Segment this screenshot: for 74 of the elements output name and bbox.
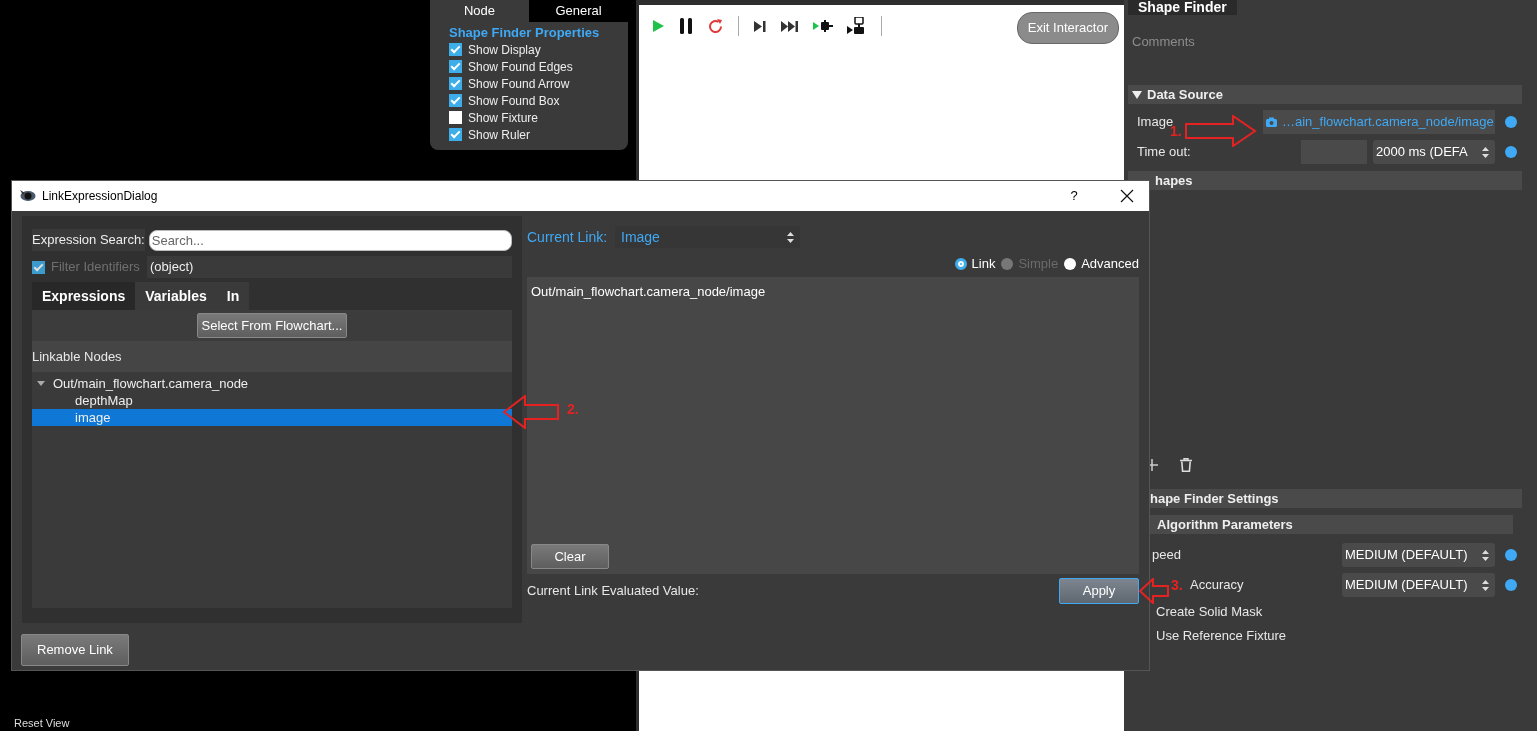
updown-icon bbox=[1482, 549, 1489, 561]
eye-icon bbox=[20, 189, 36, 203]
status-dot bbox=[1505, 579, 1517, 591]
help-button[interactable]: ? bbox=[1051, 186, 1097, 206]
checkbox[interactable] bbox=[32, 260, 45, 274]
checkbox[interactable] bbox=[449, 77, 462, 90]
section-header[interactable]: Data Source bbox=[1128, 85, 1522, 104]
field-label: Current Link Evaluated Value: bbox=[527, 582, 699, 601]
tab[interactable]: Expressions bbox=[32, 282, 136, 310]
option-label: Show Found Box bbox=[468, 92, 560, 110]
option-label: Show Display bbox=[468, 41, 541, 59]
checkbox-label: Filter Identifiers bbox=[51, 258, 141, 277]
dialog-title: LinkExpressionDialog bbox=[42, 188, 158, 205]
dropdown[interactable]: MEDIUM (DEFAULT) bbox=[1342, 543, 1495, 567]
trash-icon[interactable] bbox=[1180, 458, 1192, 472]
select-from-flowchart-button[interactable]: Select From Flowchart... bbox=[196, 312, 348, 339]
tree-item[interactable]: depthMap bbox=[32, 392, 512, 409]
updown-icon bbox=[1482, 579, 1489, 591]
field-label: Accuracy bbox=[1190, 576, 1244, 595]
tab[interactable]: Variables bbox=[135, 282, 217, 310]
option-label: Show Found Edges bbox=[468, 58, 573, 76]
link-field[interactable]: …ain_flowchart.camera_node/image bbox=[1263, 110, 1495, 134]
tree-item[interactable]: Out/main_flowchart.camera_node bbox=[32, 375, 512, 392]
radio-option[interactable]: Advanced bbox=[1064, 254, 1139, 274]
field-label: peed bbox=[1152, 546, 1181, 565]
dropdown[interactable]: MEDIUM (DEFAULT) bbox=[1342, 573, 1495, 597]
field-label: Time out: bbox=[1137, 143, 1191, 162]
field-label: Expression Search: bbox=[32, 229, 145, 251]
option-label: Create Solid Mask bbox=[1156, 603, 1263, 622]
reload-icon[interactable] bbox=[707, 17, 724, 35]
checkbox[interactable] bbox=[449, 94, 462, 107]
dropdown[interactable]: 2000 ms (DEFA bbox=[1373, 140, 1495, 164]
section-header[interactable]: hapes bbox=[1128, 171, 1522, 190]
search-field[interactable]: Search... bbox=[148, 229, 512, 251]
type-field: (object) bbox=[147, 256, 512, 278]
dropdown[interactable]: Image bbox=[615, 226, 800, 248]
annotation-number: 2. bbox=[567, 400, 579, 419]
apply-button[interactable]: Apply bbox=[1059, 578, 1139, 604]
checkbox[interactable] bbox=[449, 128, 462, 141]
expand-icon[interactable] bbox=[37, 381, 45, 386]
tab[interactable]: In bbox=[216, 282, 250, 310]
run-to-node-icon[interactable] bbox=[813, 20, 833, 32]
pause-icon[interactable] bbox=[679, 18, 693, 34]
updown-icon bbox=[1482, 146, 1489, 158]
arrow-annotation bbox=[1139, 578, 1169, 604]
expression-text: Out/main_flowchart.camera_node/image bbox=[531, 283, 766, 301]
option-label: Show Ruler bbox=[468, 126, 531, 144]
updown-icon bbox=[787, 231, 794, 243]
checkbox[interactable] bbox=[449, 43, 462, 56]
annotation-number: 3. bbox=[1171, 576, 1183, 595]
radio-option[interactable]: Link bbox=[954, 254, 996, 274]
status-dot bbox=[1505, 549, 1517, 561]
option-label: Show Fixture bbox=[468, 109, 539, 127]
reset-view-label: Reset View bbox=[13, 717, 71, 731]
option-label: Use Reference Fixture bbox=[1156, 627, 1287, 646]
camera-icon bbox=[1266, 117, 1277, 127]
tree-item[interactable]: image bbox=[32, 409, 512, 426]
section-title: Data Source bbox=[1147, 86, 1223, 104]
arrow-annotation bbox=[503, 395, 559, 429]
step-icon[interactable] bbox=[753, 19, 767, 33]
field-label: Current Link: bbox=[527, 227, 609, 247]
status-dot bbox=[1505, 146, 1517, 158]
tree-header: Linkable Nodes bbox=[32, 341, 512, 372]
panel-heading: Shape Finder Properties bbox=[448, 24, 601, 41]
option-label: Show Found Arrow bbox=[468, 75, 570, 93]
checkbox[interactable] bbox=[449, 60, 462, 73]
step-into-node-icon[interactable] bbox=[847, 17, 867, 35]
panel-tab[interactable]: General bbox=[529, 0, 628, 22]
clear-button[interactable]: Clear bbox=[531, 543, 609, 569]
node-title: Shape Finder bbox=[1128, 0, 1237, 15]
fast-forward-icon[interactable] bbox=[781, 19, 799, 33]
status-dot bbox=[1505, 116, 1517, 128]
remove-link-button[interactable]: Remove Link bbox=[21, 634, 129, 666]
checkbox[interactable] bbox=[449, 111, 462, 124]
